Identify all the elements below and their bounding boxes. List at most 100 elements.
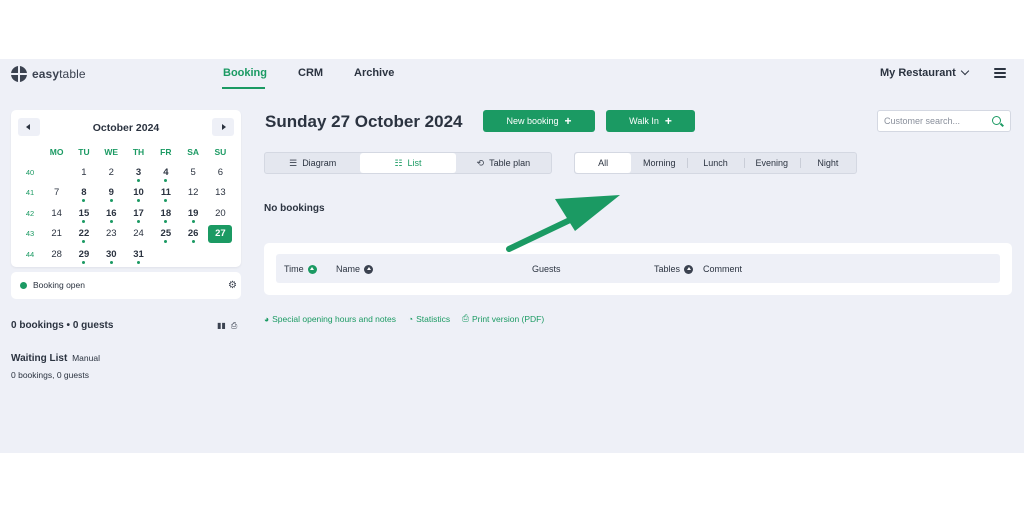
filter-evening[interactable]: Evening <box>743 153 800 173</box>
pie-chart-icon: ◔ <box>407 313 414 324</box>
nav-active-indicator <box>222 87 265 89</box>
tab-table-plan[interactable]: ⟲ Table plan <box>456 153 551 173</box>
calendar-day[interactable]: 29 <box>70 245 97 265</box>
calendar-day[interactable]: 3 <box>125 163 152 183</box>
column-tables[interactable]: Tables <box>654 264 694 274</box>
calendar-day[interactable]: 27 <box>207 224 234 244</box>
nav-booking[interactable]: Booking <box>223 67 267 79</box>
column-time-label: Time <box>284 264 304 274</box>
logo[interactable]: easytable <box>11 66 86 82</box>
column-comment-label: Comment <box>703 264 743 274</box>
logo-text: easytable <box>32 67 86 81</box>
calendar-day[interactable]: 15 <box>70 204 97 224</box>
calendar-day[interactable]: 12 <box>179 183 206 203</box>
calendar-day[interactable]: 9 <box>98 183 125 203</box>
column-guests-label: Guests <box>532 264 561 274</box>
next-month-button[interactable] <box>212 118 234 136</box>
week-number: 40 <box>25 167 35 177</box>
calendar-empty-cell <box>43 163 70 183</box>
statistics-link[interactable]: ◔ Statistics <box>408 313 450 324</box>
calendar-day[interactable]: 16 <box>98 204 125 224</box>
calendar-empty-cell <box>179 245 206 265</box>
weekday-header: SA <box>187 147 200 158</box>
calendar-day[interactable]: 22 <box>70 224 97 244</box>
calendar-day[interactable]: 4 <box>152 163 179 183</box>
summary-actions: ▮▮ ⎙ <box>217 321 237 331</box>
calendar-day[interactable]: 26 <box>179 224 206 244</box>
calendar-day[interactable]: 14 <box>43 204 70 224</box>
plus-icon: + <box>564 114 572 128</box>
menu-icon[interactable] <box>994 68 1006 78</box>
calendar-day[interactable]: 28 <box>43 245 70 265</box>
empty-state: No bookings <box>264 203 325 214</box>
filter-all[interactable]: All <box>575 153 632 173</box>
nav-archive[interactable]: Archive <box>354 67 394 79</box>
calendar-day[interactable]: 1 <box>70 163 97 183</box>
logo-mark-icon <box>11 66 27 82</box>
calendar-day-label: 27 <box>208 225 233 244</box>
calendar-day[interactable]: 6 <box>207 163 234 183</box>
calendar: October 2024 MO TU WE TH FR SA SU 40 1 2 3 4 5 6 41 7 8 9… <box>11 110 241 267</box>
app-window: easytable Booking CRM Archive My Restaur… <box>0 59 1024 453</box>
diagram-icon: ☰ <box>289 157 298 168</box>
calendar-empty-cell <box>152 245 179 265</box>
week-number: 42 <box>25 208 35 218</box>
column-time[interactable]: Time <box>284 264 317 274</box>
calendar-month: October 2024 <box>92 122 160 134</box>
calendar-day[interactable]: 19 <box>179 204 206 224</box>
tab-diagram[interactable]: ☰ Diagram <box>265 153 360 173</box>
calendar-day[interactable]: 8 <box>70 183 97 203</box>
search-icon[interactable] <box>992 116 1001 125</box>
tab-list-label: List <box>407 158 422 168</box>
search-input[interactable] <box>884 114 982 128</box>
filter-morning[interactable]: Morning <box>631 153 687 173</box>
booking-status: Booking open ⚙ <box>11 272 241 299</box>
calendar-day[interactable]: 21 <box>43 224 70 244</box>
calendar-day[interactable]: 17 <box>125 204 152 224</box>
page-title: Sunday 27 October 2024 <box>265 112 463 131</box>
walk-in-button[interactable]: Walk In + <box>606 110 695 132</box>
bar-chart-icon[interactable]: ▮▮ <box>217 321 226 331</box>
calendar-day[interactable]: 18 <box>152 204 179 224</box>
calendar-day[interactable]: 5 <box>179 163 206 183</box>
filter-night[interactable]: Night <box>799 153 856 173</box>
tab-diagram-label: Diagram <box>302 158 337 168</box>
filter-lunch[interactable]: Lunch <box>687 153 743 173</box>
status-label: Booking open <box>33 280 85 290</box>
gear-icon[interactable]: ⚙ <box>228 280 237 291</box>
column-name[interactable]: Name <box>336 264 374 274</box>
footer-links: ◕ Special opening hours and notes ◔ Statis… <box>264 313 544 324</box>
waiting-list-title[interactable]: Waiting List Manual <box>11 353 100 364</box>
special-hours-link[interactable]: ◕ Special opening hours and notes <box>264 313 396 324</box>
table-plan-icon: ⟲ <box>476 157 485 168</box>
view-switcher: ☰ Diagram ☷ List ⟲ Table plan <box>264 152 552 174</box>
calendar-day[interactable]: 10 <box>125 183 152 203</box>
status-dot <box>20 282 27 289</box>
calendar-day[interactable]: 2 <box>98 163 125 183</box>
calendar-weekday-row: MO TU WE TH FR SA SU <box>17 142 234 163</box>
calendar-day[interactable]: 13 <box>207 183 234 203</box>
restaurant-selector[interactable]: My Restaurant <box>880 66 970 79</box>
calendar-day[interactable]: 20 <box>207 204 234 224</box>
tab-list[interactable]: ☷ List <box>360 153 456 173</box>
info-icon: ◕ <box>264 313 270 324</box>
calendar-day[interactable]: 25 <box>152 224 179 244</box>
printer-icon[interactable]: ⎙ <box>231 321 237 331</box>
week-number: 43 <box>25 229 35 239</box>
calendar-week-row: 43 21 22 23 24 25 26 27 <box>17 224 234 245</box>
calendar-week-row: 42 14 15 16 17 18 19 20 <box>17 204 234 225</box>
column-guests: Guests <box>532 264 561 274</box>
calendar-day[interactable]: 7 <box>43 183 70 203</box>
weekday-header: TU <box>78 147 90 158</box>
new-booking-button[interactable]: New booking + <box>483 110 595 132</box>
calendar-day[interactable]: 31 <box>125 245 152 265</box>
restaurant-label: My Restaurant <box>880 67 956 79</box>
print-link[interactable]: ⎙ Print version (PDF) <box>462 313 544 324</box>
calendar-day[interactable]: 11 <box>152 183 179 203</box>
calendar-day[interactable]: 30 <box>98 245 125 265</box>
calendar-day[interactable]: 23 <box>98 224 125 244</box>
chevron-down-icon <box>960 66 970 76</box>
calendar-day[interactable]: 24 <box>125 224 152 244</box>
nav-crm[interactable]: CRM <box>298 67 323 79</box>
special-hours-label: Special opening hours and notes <box>272 313 396 324</box>
